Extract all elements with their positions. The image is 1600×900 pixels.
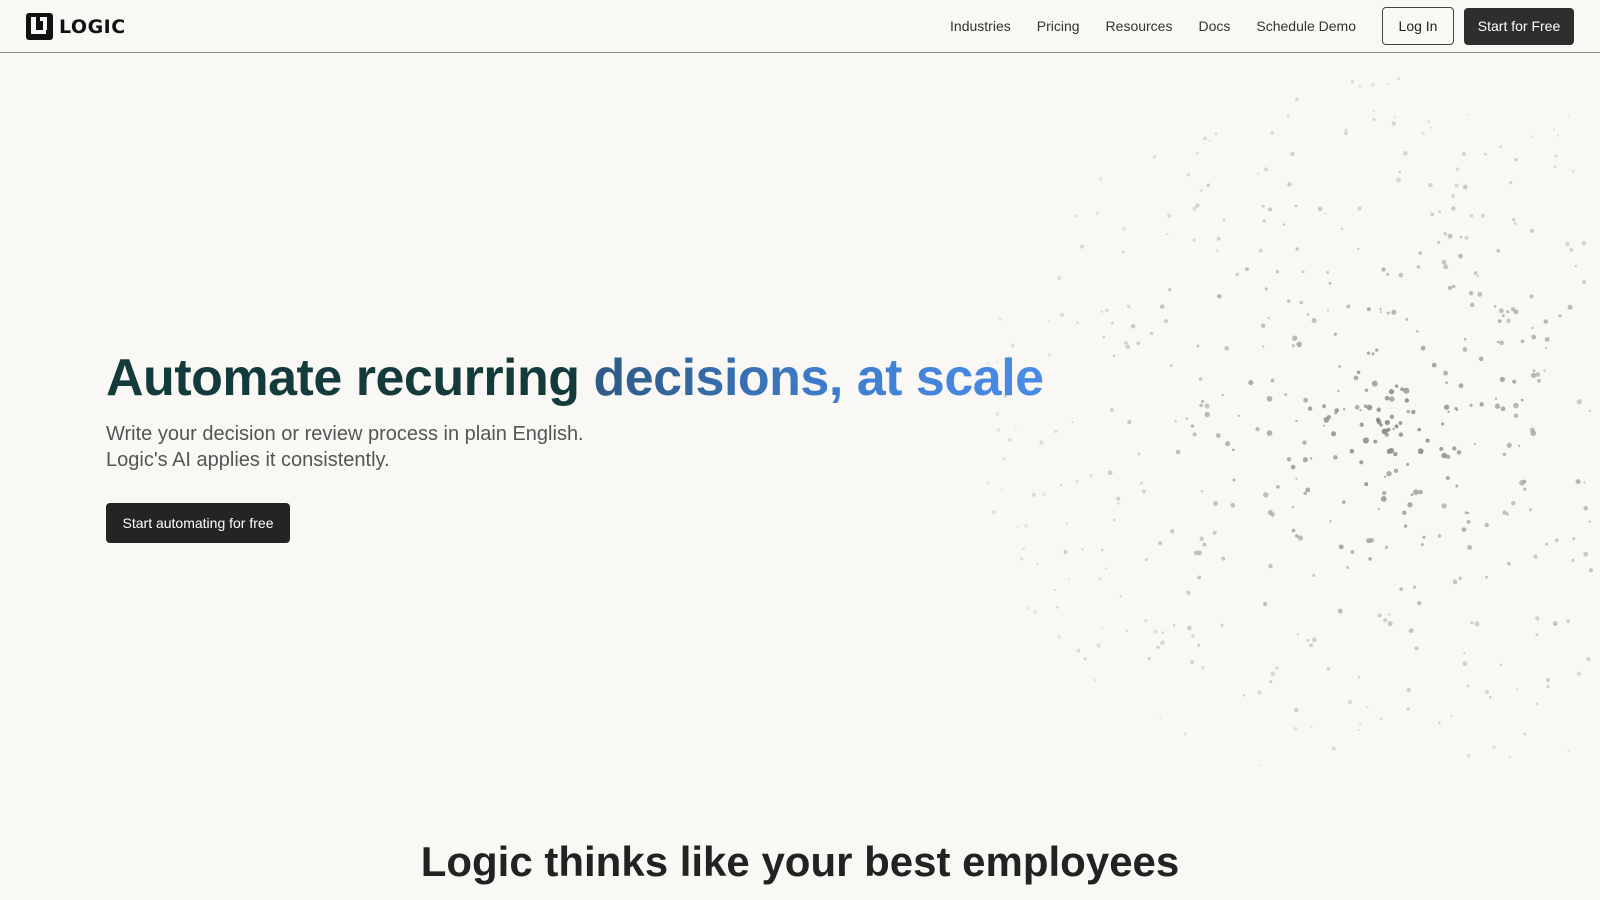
- hero-subtitle-line-1: Write your decision or review process in…: [106, 423, 584, 445]
- logic-logo-icon: [26, 13, 53, 40]
- nav-resources[interactable]: Resources: [1106, 18, 1173, 34]
- logo[interactable]: LOGIC: [26, 13, 126, 40]
- hero: Automate recurring decisions, at scale W…: [106, 352, 1044, 543]
- hero-title: Automate recurring decisions, at scale: [106, 352, 1044, 404]
- nav-industries[interactable]: Industries: [950, 18, 1011, 34]
- nav-schedule-demo[interactable]: Schedule Demo: [1256, 18, 1356, 34]
- nav-docs[interactable]: Docs: [1198, 18, 1230, 34]
- hero-subtitle-line-2: Logic's AI applies it consistently.: [106, 449, 390, 471]
- nav-pricing[interactable]: Pricing: [1037, 18, 1080, 34]
- start-for-free-button[interactable]: Start for Free: [1464, 7, 1574, 45]
- logo-text: LOGIC: [59, 15, 126, 38]
- hero-title-main: Automate recurring: [106, 349, 594, 407]
- section-title: Logic thinks like your best employees: [420, 838, 1180, 885]
- login-button[interactable]: Log In: [1382, 7, 1454, 45]
- site-header: LOGIC Industries Pricing Resources Docs …: [0, 0, 1600, 53]
- start-automating-button[interactable]: Start automating for free: [106, 503, 290, 543]
- hero-subtitle: Write your decision or review process in…: [106, 421, 1044, 473]
- main-nav: Industries Pricing Resources Docs Schedu…: [950, 0, 1600, 52]
- hero-title-accent: decisions, at scale: [593, 349, 1044, 407]
